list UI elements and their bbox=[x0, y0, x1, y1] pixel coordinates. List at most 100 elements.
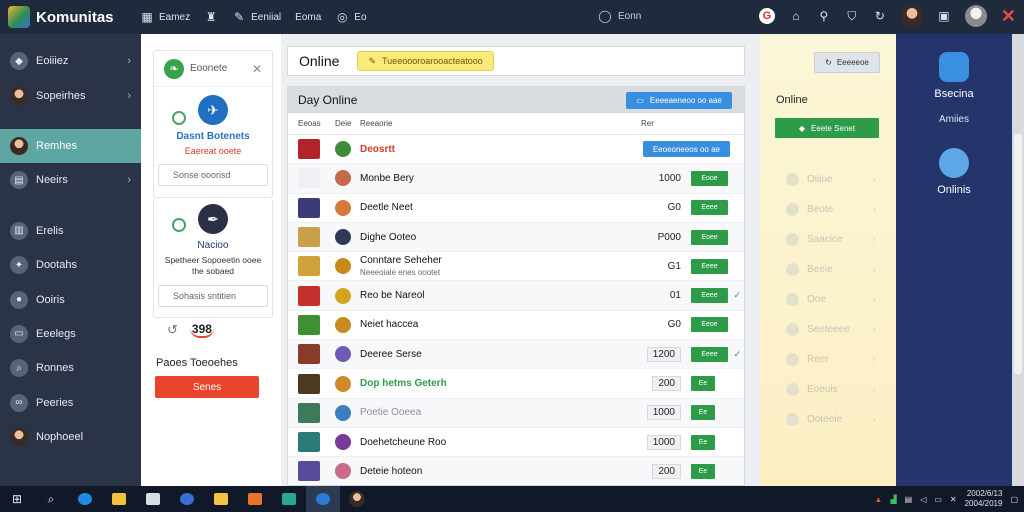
row-action-button[interactable]: Ee bbox=[691, 434, 715, 450]
volume-icon[interactable]: ◁ bbox=[920, 495, 926, 504]
sidebar-item-ooiris[interactable]: ● Ooiris bbox=[0, 282, 141, 316]
section-action-button[interactable]: ▭ Eeeeaeneoo oo aae bbox=[626, 92, 732, 109]
network-icon[interactable]: ▤ bbox=[905, 495, 913, 504]
right-top-button[interactable]: ↻ Eeeeeoe bbox=[814, 52, 880, 73]
row-action-button[interactable]: Eeee bbox=[691, 258, 728, 274]
sidebar-item-eeelegs[interactable]: ▭ Eeelegs bbox=[0, 317, 141, 351]
store-icon[interactable] bbox=[136, 486, 170, 512]
row-action-button[interactable]: Eeee bbox=[691, 200, 728, 216]
edge-icon[interactable] bbox=[68, 486, 102, 512]
footer-button[interactable]: Senes bbox=[155, 376, 259, 398]
sidebar-item-dootahs[interactable]: ✦ Dootahs bbox=[0, 248, 141, 282]
right-panel: ↻ Eeeeeoe Online ◆ Eeete Senet Oiiiue › Beot… bbox=[760, 34, 896, 486]
start-icon[interactable]: ⊞ bbox=[0, 486, 34, 512]
right-list-item[interactable]: Seeteeee › bbox=[760, 314, 896, 344]
photos-icon[interactable] bbox=[272, 486, 306, 512]
row-name: Deteie hoteon bbox=[360, 465, 423, 477]
nav-item-eeniial[interactable]: ✎ Eeniial bbox=[232, 10, 281, 24]
mail-icon[interactable] bbox=[170, 486, 204, 512]
table-row[interactable]: Deetle Neet G0 Eeee bbox=[288, 194, 744, 223]
folder-icon[interactable] bbox=[204, 486, 238, 512]
right-list-item[interactable]: Ooe › bbox=[760, 284, 896, 314]
right-list-item[interactable]: Beote › bbox=[760, 194, 896, 224]
right-list-item[interactable]: Oiiiue › bbox=[760, 164, 896, 194]
row-action-button[interactable]: Eooe bbox=[691, 170, 728, 186]
sidebar-item-remhes[interactable]: Remhes bbox=[0, 128, 141, 164]
files-icon[interactable] bbox=[102, 486, 136, 512]
brand[interactable]: Komunitas bbox=[0, 6, 140, 28]
browser-icon[interactable] bbox=[306, 486, 340, 512]
far-item-bsecina[interactable]: Bsecina Amiies bbox=[896, 52, 1012, 125]
close-icon[interactable]: ✕ bbox=[252, 62, 262, 76]
table-row[interactable]: Deteie hoteon 200 Ee bbox=[288, 457, 744, 485]
nav-item-eoma[interactable]: Eoma bbox=[295, 12, 321, 23]
right-list-item[interactable]: Eoeuis › bbox=[760, 374, 896, 404]
sidebar-item-ronnes[interactable]: ⌕ Ronnes bbox=[0, 351, 141, 385]
table-row[interactable]: Deosrtt Eeoeoneeos oo ae bbox=[288, 135, 744, 165]
chart-icon[interactable]: ▟ bbox=[890, 495, 896, 504]
user-avatar[interactable] bbox=[340, 486, 374, 512]
shield-icon[interactable]: ⛉ bbox=[845, 9, 859, 23]
search-icon[interactable]: ⌕ bbox=[34, 486, 68, 512]
table-row[interactable]: Conntare Seheher Neeeoiale enes oootet G1 E… bbox=[288, 252, 744, 282]
clock[interactable]: 2002/6/13 2004/2019 bbox=[965, 489, 1003, 509]
right-list-item[interactable]: Reer › bbox=[760, 344, 896, 374]
nav-item-eo[interactable]: ◎ Eo bbox=[335, 10, 366, 24]
row-icon bbox=[335, 375, 351, 392]
table-row[interactable]: Neiet haccea G0 Eeoe bbox=[288, 311, 744, 341]
row-action-button[interactable]: Ee bbox=[691, 463, 715, 479]
user-icon[interactable]: ⚲ bbox=[817, 9, 831, 23]
sidebar-item-nophoeel[interactable]: Nophoeel bbox=[0, 420, 141, 454]
row-name: Conntare Seheher bbox=[360, 255, 442, 267]
chevron-icon[interactable]: ✓ bbox=[733, 349, 741, 360]
notification-icon[interactable]: ▢ bbox=[1010, 495, 1018, 504]
home-icon[interactable]: ⌂ bbox=[789, 9, 803, 23]
chevron-icon[interactable]: ✓ bbox=[733, 290, 741, 301]
table-row[interactable]: Dop hetms Geterh 200 Ee bbox=[288, 369, 744, 399]
row-action-button[interactable]: Ee bbox=[691, 376, 715, 392]
column-headers: Eeoas Deie Reeaorie Rer bbox=[288, 113, 744, 135]
row-action-button[interactable]: Eoee bbox=[691, 229, 728, 245]
row-action-button[interactable]: Eeoe bbox=[691, 317, 728, 333]
nav-item-tree[interactable]: ♜ bbox=[204, 10, 218, 24]
refresh-icon[interactable]: ↻ bbox=[873, 9, 887, 23]
row-action-button[interactable]: Eeee bbox=[691, 346, 728, 362]
row-action-button[interactable]: Eeoeoneeos oo ae bbox=[642, 141, 730, 157]
profile-avatar[interactable] bbox=[964, 5, 987, 27]
sidebar-item-sopeirhes[interactable]: Sopeirhes › bbox=[0, 78, 141, 112]
right-list-item[interactable]: Beeie › bbox=[760, 254, 896, 284]
battery-icon[interactable]: ▭ bbox=[934, 495, 942, 504]
right-green-button[interactable]: ◆ Eeete Senet bbox=[775, 118, 879, 138]
sidebar-item-neeirs[interactable]: ▤ Neeirs › bbox=[0, 163, 141, 197]
google-icon[interactable]: G bbox=[758, 8, 775, 24]
app-orange-icon[interactable] bbox=[238, 486, 272, 512]
sidebar-item-peeries[interactable]: ∞ Peeries bbox=[0, 386, 141, 420]
caret-up-icon[interactable]: ▲ bbox=[875, 495, 883, 504]
table-row[interactable]: Doehetcheune Roo 1000 Ee bbox=[288, 428, 744, 458]
table-body: Deosrtt Eeoeoneeos oo ae Monbe Bery 1000 Eoo… bbox=[288, 135, 744, 485]
right-list-item[interactable]: Saacice › bbox=[760, 224, 896, 254]
notice-pill[interactable]: ✎ Tueeoooroarooacteatooo bbox=[357, 51, 494, 71]
card-input[interactable]: Sonse ooorisd bbox=[158, 164, 268, 186]
refresh-icon[interactable]: ↺ bbox=[167, 322, 178, 338]
top-search[interactable]: ◯ Eonn bbox=[598, 9, 641, 23]
scrollbar-thumb[interactable] bbox=[1014, 134, 1022, 374]
far-item-onlinis[interactable]: Onlinis bbox=[896, 148, 1012, 196]
nav-item-eamez[interactable]: ▦ Eamez bbox=[140, 10, 190, 24]
table-row[interactable]: Monbe Bery 1000 Eooe bbox=[288, 164, 744, 194]
table-row[interactable]: Poetie Ooeea 1000 Ee bbox=[288, 398, 744, 428]
scrollbar[interactable] bbox=[1012, 34, 1024, 486]
right-list-item[interactable]: Ooteeie › bbox=[760, 404, 896, 434]
row-action-button[interactable]: Ee bbox=[691, 405, 715, 421]
calendar-icon[interactable]: ▣ bbox=[937, 9, 951, 23]
language-icon[interactable]: ✕ bbox=[950, 495, 957, 504]
table-row[interactable]: Reo be Nareol 01 Eeee ✓ bbox=[288, 281, 744, 311]
close-icon[interactable]: ✕ bbox=[1001, 6, 1016, 27]
table-row[interactable]: Dighe Ooteo P000 Eoee bbox=[288, 222, 744, 253]
card-input[interactable]: Sohasis sntitien bbox=[158, 285, 268, 307]
sidebar-item-eoiiiez[interactable]: ◆ Eoiiiez › bbox=[0, 44, 141, 78]
table-row[interactable]: Deeree Serse 1200 Eeee ✓ bbox=[288, 340, 744, 370]
sidebar-item-erelis[interactable]: ▥ Erelis bbox=[0, 214, 141, 248]
user-avatar[interactable] bbox=[900, 5, 923, 27]
row-action-button[interactable]: Eeee bbox=[691, 288, 728, 304]
